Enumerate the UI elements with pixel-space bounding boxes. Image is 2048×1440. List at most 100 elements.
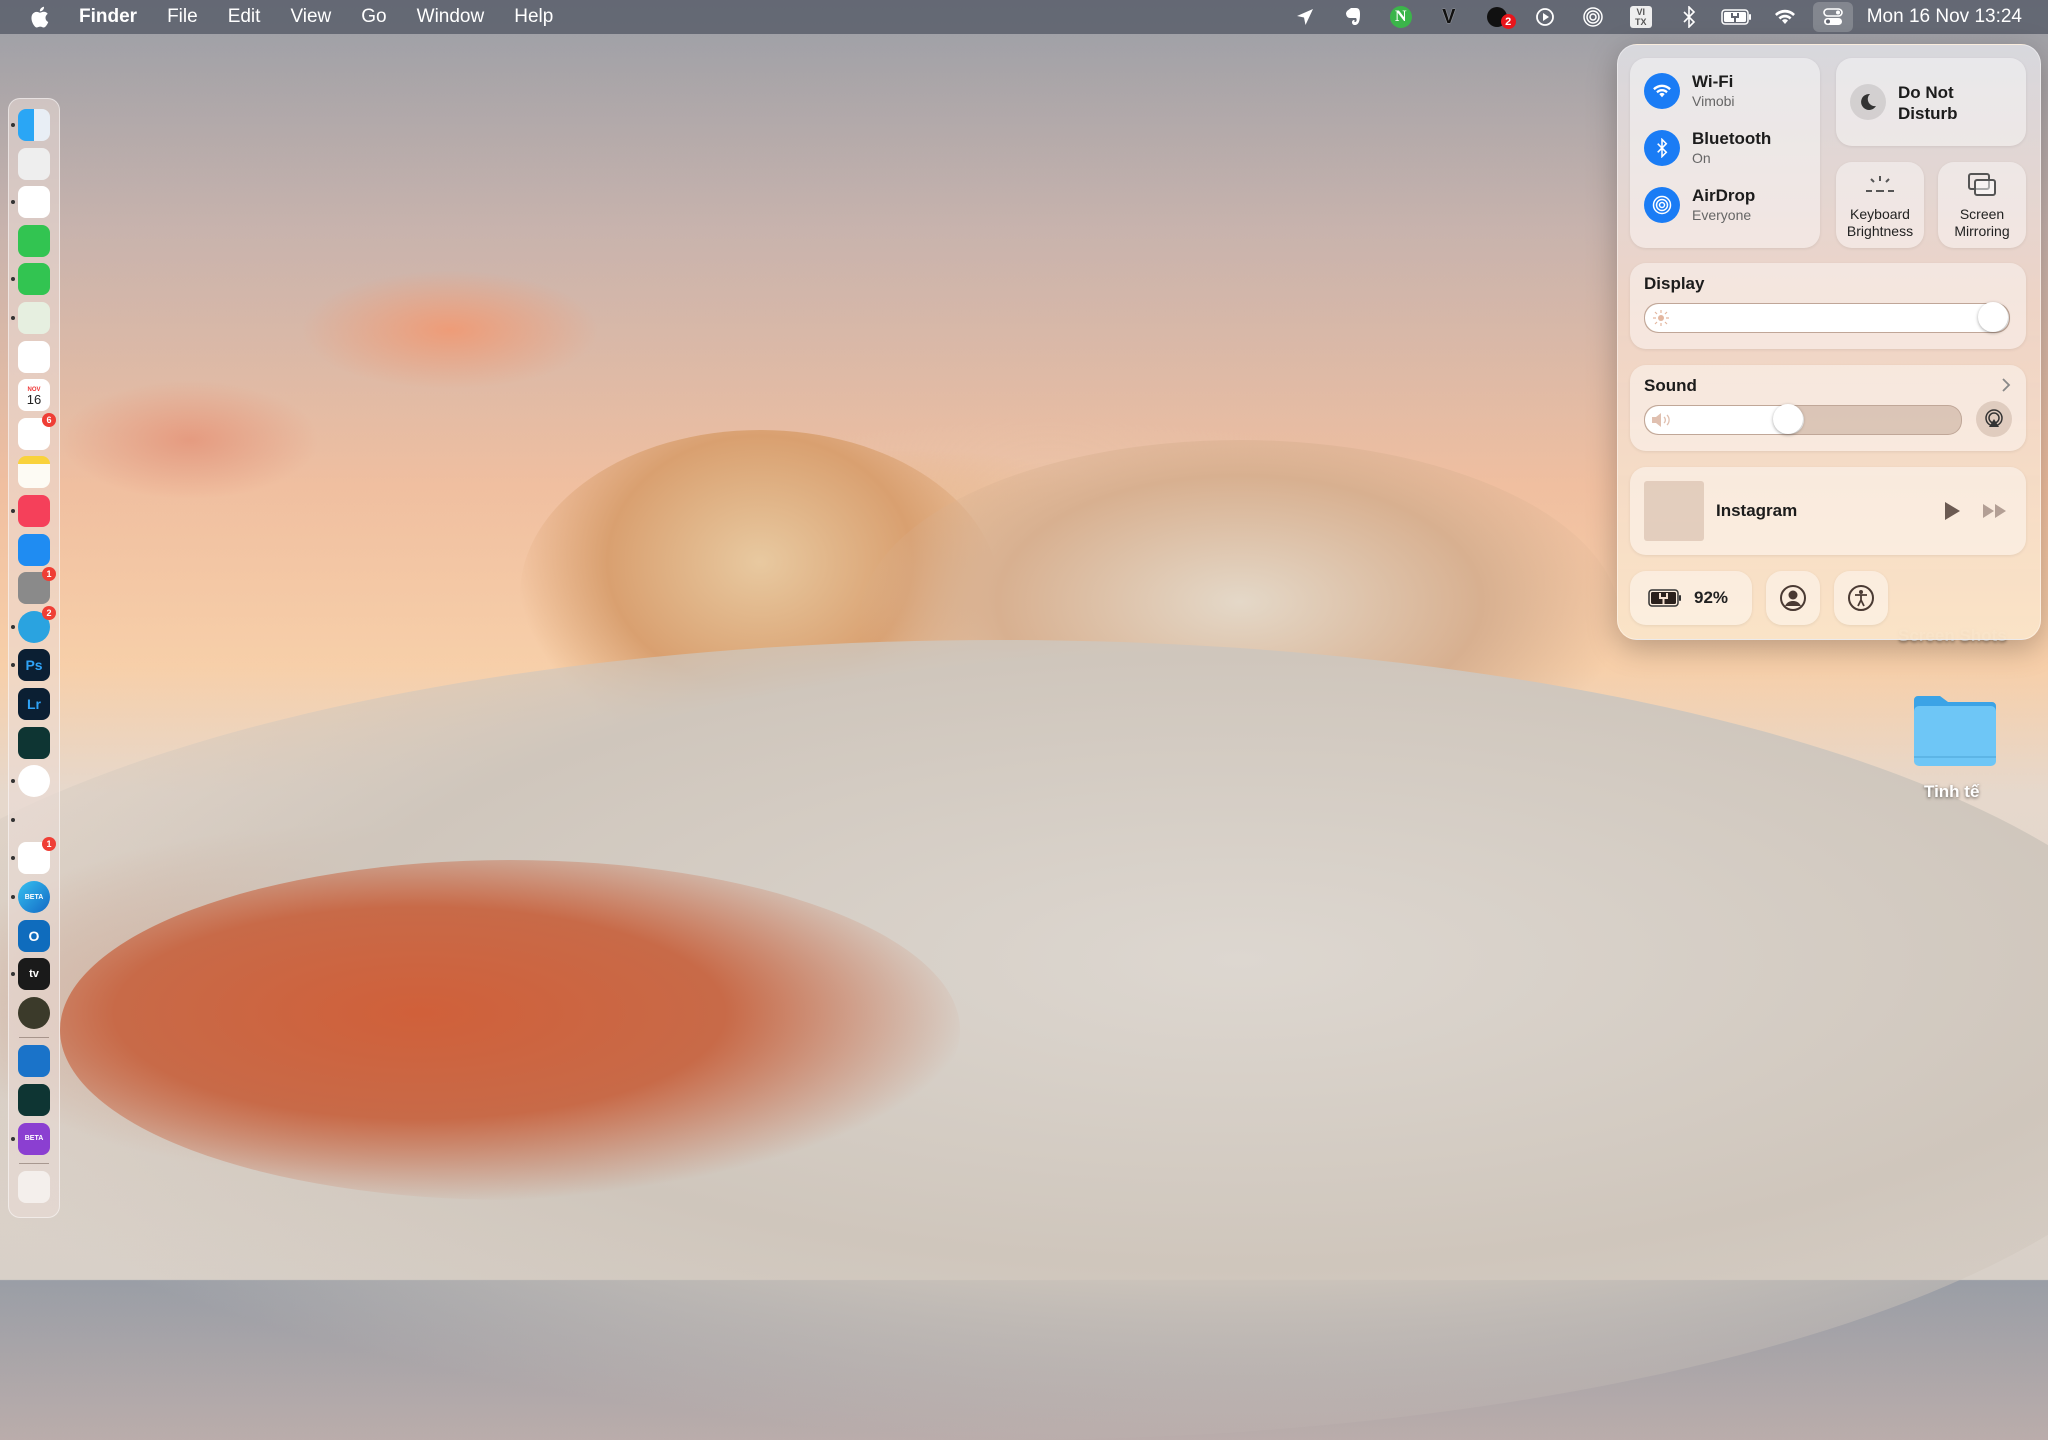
dock: NOV 16 6 1 2 Ps Lr 1 BETA Otv BETA: [8, 98, 60, 1218]
accessibility-button[interactable]: [1834, 571, 1888, 625]
menu-window[interactable]: Window: [402, 6, 500, 28]
dock-item-radar[interactable]: [18, 996, 50, 1029]
lightroom-icon: Lr: [27, 696, 41, 712]
dock-item-launchpad[interactable]: [18, 147, 50, 180]
app-menu-finder[interactable]: Finder: [64, 6, 152, 28]
edge-beta-icon: BETA: [24, 893, 44, 901]
location-icon[interactable]: [1281, 0, 1329, 34]
dock-item-photos[interactable]: [18, 340, 50, 373]
dock-item-dashlane[interactable]: [18, 726, 50, 759]
menu-go[interactable]: Go: [346, 6, 401, 28]
affinity-photo-icon: BETA: [24, 1135, 44, 1143]
dock-item-music[interactable]: [11, 495, 50, 527]
control-center-panel: Wi-Fi Vimobi Bluetooth On AirDrop Everyone …: [1617, 44, 2041, 640]
running-indicator: [11, 817, 15, 822]
control-center-icon[interactable]: [1812, 2, 1853, 32]
keyboard-brightness-icon: [1866, 176, 1894, 192]
dock-item-maps[interactable]: [11, 302, 50, 334]
photoshop-icon: Ps: [25, 657, 43, 674]
airdrop-icon: [1644, 186, 1680, 223]
dock-item-reminders[interactable]: 6: [18, 412, 56, 450]
screen-mirroring-icon: [1968, 173, 1996, 196]
screen-record-icon[interactable]: [1521, 0, 1569, 34]
dock-item-safari[interactable]: [11, 186, 50, 219]
do-not-disturb-toggle[interactable]: Do Not Disturb: [1836, 58, 2026, 146]
airdrop-status: Everyone: [1692, 207, 1752, 223]
dock-item-app-store[interactable]: [18, 533, 50, 566]
battery-tile[interactable]: 92%: [1630, 571, 1752, 625]
bluetooth-toggle[interactable]: Bluetooth On: [1644, 129, 1771, 166]
airdrop-title: AirDrop: [1692, 186, 1756, 205]
wifi-network: Vimobi: [1692, 93, 1735, 109]
sound-section: Sound: [1630, 365, 2026, 451]
dock-item-telegram[interactable]: 2: [11, 605, 56, 643]
now-playing-tile[interactable]: Instagram: [1630, 467, 2026, 555]
accessibility-icon: [1848, 585, 1874, 611]
menu-file[interactable]: File: [152, 6, 213, 28]
dock-item-microsoft-edge-beta[interactable]: BETA: [11, 881, 50, 913]
artwork-placeholder: [1644, 481, 1704, 541]
dock-item-microsoft-to-do[interactable]: [11, 804, 50, 836]
wifi-icon[interactable]: [1761, 0, 1809, 34]
wifi-title: Wi-Fi: [1692, 72, 1734, 91]
airdrop-toggle[interactable]: AirDrop Everyone: [1644, 186, 1755, 223]
dock-item-photoshop[interactable]: Ps: [11, 649, 50, 682]
user-switch-button[interactable]: [1766, 571, 1820, 625]
play-button[interactable]: [1942, 501, 1962, 521]
running-indicator: [11, 972, 15, 977]
evernote-icon[interactable]: [1329, 0, 1377, 34]
wifi-icon: [1644, 72, 1680, 109]
dock-item-outlook[interactable]: O: [18, 919, 50, 952]
notification-badge: 1: [42, 567, 56, 582]
brightness-knob[interactable]: [1978, 302, 2008, 332]
vietnamese-input-icon[interactable]: VI TX: [1617, 0, 1665, 34]
bluetooth-icon[interactable]: [1665, 0, 1713, 34]
menu-edit[interactable]: Edit: [213, 6, 276, 28]
brightness-slider[interactable]: [1644, 303, 2010, 333]
screen-mirroring-button[interactable]: Screen Mirroring: [1938, 162, 2026, 248]
chevron-right-icon[interactable]: [2000, 377, 2012, 393]
dock-item-system-preferences[interactable]: 1: [18, 567, 56, 605]
dock-item-notes[interactable]: [18, 456, 50, 489]
dnd-label-line1: Do Not: [1898, 83, 1954, 102]
keyboard-brightness-button[interactable]: Keyboard Brightness: [1836, 162, 1924, 248]
menu-help[interactable]: Help: [499, 6, 568, 28]
volume-slider[interactable]: [1644, 405, 1962, 435]
running-indicator: [11, 624, 15, 629]
kb-label-line2: Brightness: [1846, 223, 1914, 239]
dock-item-calendar[interactable]: NOV 16: [18, 379, 50, 412]
dock-item-evernote[interactable]: [11, 765, 50, 798]
battery-percent: 92%: [1694, 588, 1729, 607]
fast-forward-button[interactable]: [1982, 503, 2008, 519]
speaker-icon: [1652, 413, 1670, 427]
wifi-toggle[interactable]: Wi-Fi Vimobi: [1644, 72, 1735, 109]
dock-item-apple-tv[interactable]: tv: [11, 958, 50, 991]
volume-knob[interactable]: [1773, 404, 1803, 434]
notification-badge: 1: [42, 837, 56, 852]
airplay-audio-button[interactable]: [1976, 401, 2012, 437]
notion-n-icon[interactable]: N: [1377, 0, 1425, 34]
sm-label-line2: Mirroring: [1954, 223, 2010, 239]
dock-item-dashlane[interactable]: [18, 1084, 50, 1116]
dock-item-messenger[interactable]: 1: [11, 837, 56, 875]
bluetooth-icon: [1644, 129, 1680, 166]
sound-title: Sound: [1644, 376, 1697, 395]
outlook-icon: O: [28, 927, 40, 944]
apple-menu-icon[interactable]: [28, 5, 50, 29]
menu-view[interactable]: View: [275, 6, 346, 28]
dock-item-lightroom[interactable]: Lr: [18, 688, 50, 720]
notification-badge: 6: [42, 412, 56, 427]
airdrop-icon[interactable]: [1569, 0, 1617, 34]
telegram-icon[interactable]: 2: [1473, 0, 1521, 34]
dock-item-intel-power-gadget[interactable]: [18, 1045, 50, 1078]
desktop-folder-tinh-te[interactable]: Tinh tế: [1900, 690, 2010, 810]
battery-charging-icon[interactable]: [1713, 0, 1761, 34]
dock-item-trash[interactable]: [18, 1171, 50, 1204]
v-icon[interactable]: V: [1425, 0, 1473, 34]
dock-item-affinity-photo-beta[interactable]: BETA: [11, 1122, 50, 1155]
clock[interactable]: Mon 16 Nov 13:24: [1857, 6, 2048, 28]
dock-item-messages[interactable]: [11, 263, 50, 296]
display-section: Display: [1630, 263, 2026, 349]
dock-item-finder[interactable]: [11, 109, 50, 141]
dock-item-facetime[interactable]: [18, 224, 50, 257]
